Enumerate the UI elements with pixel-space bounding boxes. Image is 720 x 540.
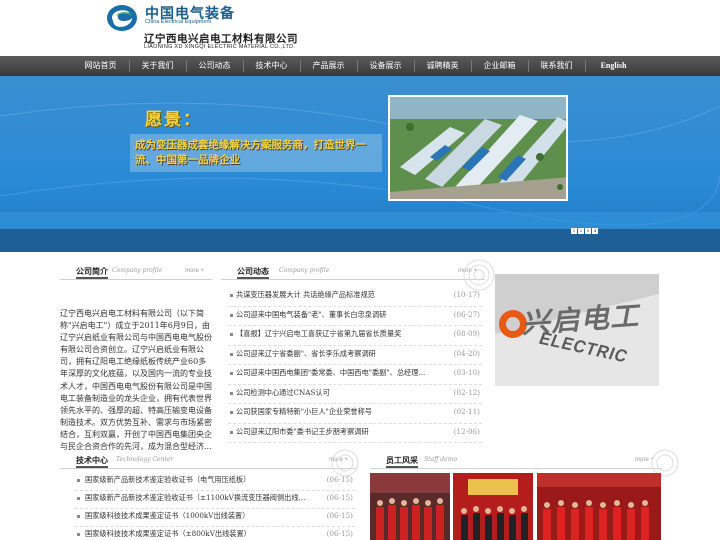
news-item-date: (12-06) (453, 426, 480, 436)
news-item-title[interactable]: 公司迎来辽阳市委"委书记王步朋考察调研 (236, 424, 369, 440)
carousel-dots: 1234 (571, 217, 599, 236)
tech-item-title[interactable]: 国家级新产品新技术鉴定验收证书（电气用压纸板） (85, 473, 250, 487)
news-item[interactable]: 公司迎来辽宁省委副"、省长李乐成考察调研 (04-20) (228, 346, 482, 365)
carousel-dot[interactable]: 4 (592, 228, 598, 234)
main-nav: 网站首页 关于我们 公司动态 技术中心 产品展示 设备展示 诚聘精英 企业邮箱 … (0, 56, 720, 76)
nav-mail[interactable]: 企业邮箱 (471, 56, 528, 76)
tech-item-date: (06-15) (326, 475, 353, 484)
banner-bottom-band (0, 229, 720, 252)
about-subtitle: Company profile (112, 267, 163, 274)
bullet-icon (77, 533, 80, 536)
nav-products[interactable]: 产品展示 (300, 56, 357, 76)
nav-equipment[interactable]: 设备展示 (357, 56, 414, 76)
company-logo-icon[interactable] (106, 4, 138, 32)
news-item-date: (08-09) (453, 329, 480, 338)
tech-item-title[interactable]: 国家级科技技术成果鉴定证书（±800kV出线装置） (85, 527, 251, 540)
about-section-header: 公司简介 Company profile more + (60, 266, 212, 280)
staff-photo[interactable] (537, 473, 661, 540)
news-item-date: (02-12) (453, 387, 480, 397)
about-text: 辽宁西电兴启电工材料有限公司（以下简称"兴启电工"）成立于2011年6月9日，由… (60, 309, 212, 452)
banner-slogan: 成为变压器成套绝缘解决方案服务商，打造世界一流、中国第一品牌企业 (135, 139, 366, 166)
staff-subtitle: Staff demo (424, 456, 457, 463)
news-title: 公司动态 (237, 266, 269, 279)
tech-item[interactable]: 国家级科技技术成果鉴定证书（±800kV出线装置） (06-15) (75, 527, 355, 540)
tech-item-date: (06-15) (326, 511, 353, 520)
news-item[interactable]: 公司迎来中国电气装备"老"、董事长白忠泉调研 (06-27) (228, 307, 482, 326)
carousel-dot[interactable]: 2 (578, 228, 584, 234)
company-name-en: LIAONING XD XINGQI ELECTRIC MATERIAL CO.… (144, 44, 296, 50)
news-item-date: (04-20) (453, 348, 480, 358)
tech-list: 国家级新产品新技术鉴定验收证书（电气用压纸板） (06-15) 国家级新产品新技术… (75, 473, 355, 540)
nav-about[interactable]: 关于我们 (129, 56, 186, 76)
bullet-icon (230, 352, 233, 356)
bullet-icon (77, 515, 80, 518)
nav-home[interactable]: 网站首页 (72, 56, 129, 76)
bullet-icon (230, 391, 233, 395)
staff-title: 员工风采 (386, 455, 418, 468)
news-item[interactable]: 【喜报】辽宁兴启电工喜获辽宁省第九届省长质量奖 (08-09) (228, 326, 482, 346)
nav-tech[interactable]: 技术中心 (243, 56, 300, 76)
news-section-header: 公司动态 Company profile more + (221, 266, 485, 280)
news-item-date: (06-27) (453, 309, 480, 319)
about-title: 公司简介 (76, 266, 108, 279)
carousel-dot[interactable]: 1 (571, 228, 577, 234)
tech-item-date: (06-15) (326, 493, 353, 502)
news-item-title[interactable]: 公司迎来中国电气装备"老"、董事长白忠泉调研 (236, 307, 386, 323)
staff-section-header: 员工风采 Staff demo more + (370, 455, 662, 469)
news-item-date: (02-11) (453, 407, 480, 416)
nav-news[interactable]: 公司动态 (186, 56, 243, 76)
bullet-icon (230, 372, 233, 375)
bullet-icon (230, 333, 233, 336)
news-item-title[interactable]: 【喜报】辽宁兴启电工喜获辽宁省第九届省长质量奖 (236, 326, 401, 342)
about-more-link[interactable]: more + (185, 268, 204, 274)
staff-photo[interactable] (370, 473, 450, 540)
news-subtitle: Company profile (279, 267, 330, 274)
staff-photo[interactable] (453, 473, 533, 540)
news-list: 共谋变压器发展大计 共话绝缘产品标准规范 (10-17) 公司迎来中国电气装备"老… (228, 287, 482, 443)
bullet-icon (77, 479, 80, 482)
carousel-dot[interactable]: 3 (585, 228, 591, 234)
nav-careers[interactable]: 诚聘精英 (414, 56, 471, 76)
company-sign-photo[interactable]: 兴启电工 ELECTRIC (495, 274, 659, 386)
tech-item-date: (06-15) (326, 529, 353, 538)
tech-item-title[interactable]: 国家级科技技术成果鉴定证书（1000kV出线装置） (85, 509, 249, 523)
news-item[interactable]: 公司迎来辽阳市委"委书记王步朋考察调研 (12-06) (228, 424, 482, 443)
bullet-icon (230, 294, 233, 297)
tech-item[interactable]: 国家级新产品新技术鉴定验收证书（电气用压纸板） (06-15) (75, 473, 355, 491)
brand-name-en: China Electrical Equipment (145, 19, 212, 25)
news-item[interactable]: 共谋变压器发展大计 共话绝缘产品标准规范 (10-17) (228, 287, 482, 307)
banner-vision-title: 愿景： (145, 110, 202, 130)
tech-section-header: 技术中心 Technology Center more + (60, 455, 356, 469)
news-item[interactable]: 公司迎来中国西电集团"委常委、中国西电"委副"、总经理... (03-10) (228, 365, 482, 385)
tech-subtitle: Technology Center (116, 456, 174, 463)
hero-banner[interactable]: 愿景： 成为变压器成套绝缘解决方案服务商，打造世界一流、中国第一品牌企业 123… (0, 76, 720, 252)
news-item-title[interactable]: 公司检测中心通过CNAS认可 (236, 385, 330, 401)
tech-item-title[interactable]: 国家级新产品新技术鉴定验收证书（±1100kV换流变压器阀侧出线... (85, 491, 305, 505)
news-item-date: (03-10) (453, 368, 480, 377)
news-item-title[interactable]: 公司迎来中国西电集团"委常委、中国西电"委副"、总经理... (236, 365, 425, 381)
tech-item[interactable]: 国家级新产品新技术鉴定验收证书（±1100kV换流变压器阀侧出线... (06-1… (75, 491, 355, 509)
news-item-title[interactable]: 共谋变压器发展大计 共话绝缘产品标准规范 (236, 287, 375, 303)
bullet-icon (230, 313, 233, 317)
tech-title: 技术中心 (76, 455, 108, 468)
nav-english[interactable]: English (585, 56, 642, 76)
bullet-icon (230, 411, 233, 414)
bullet-icon (230, 430, 233, 434)
factory-aerial-photo (388, 95, 568, 201)
site-header: 中国电气装备 China Electrical Equipment 辽宁西电兴启… (0, 0, 720, 56)
tech-item[interactable]: 国家级科技技术成果鉴定证书（1000kV出线装置） (06-15) (75, 509, 355, 527)
news-item-title[interactable]: 公司迎来辽宁省委副"、省长李乐成考察调研 (236, 346, 376, 362)
bullet-icon (77, 497, 80, 500)
news-item[interactable]: 公司检测中心通过CNAS认可 (02-12) (228, 385, 482, 404)
nav-contact[interactable]: 联系我们 (528, 56, 585, 76)
news-item[interactable]: 公司获国家专精特新"小巨人"企业荣誉称号 (02-11) (228, 404, 482, 424)
news-item-title[interactable]: 公司获国家专精特新"小巨人"企业荣誉称号 (236, 404, 372, 420)
news-item-date: (10-17) (453, 290, 480, 299)
